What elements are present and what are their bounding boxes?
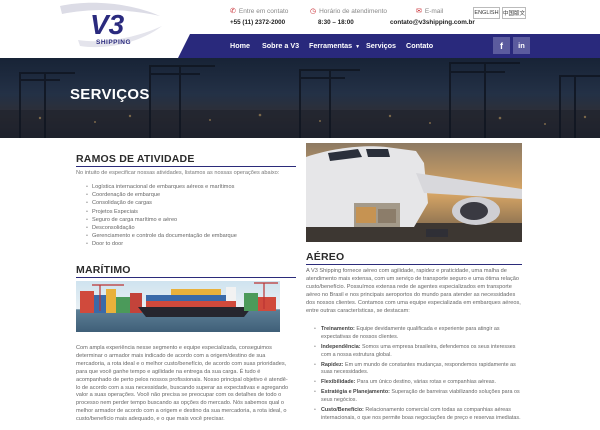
- phone-icon: ✆: [230, 8, 236, 15]
- ramos-divider: [76, 166, 296, 167]
- nav-home[interactable]: Home: [230, 34, 250, 58]
- list-item: Door to door: [86, 240, 296, 248]
- list-item: Independência: Somos uma empresa brasile…: [312, 344, 522, 359]
- maritimo-line: processo nem perder tempo buscando as op…: [76, 400, 285, 407]
- maritimo-heading: MARÍTIMO: [76, 264, 131, 276]
- list-item: Desconsolidação: [86, 224, 296, 232]
- list-item: Logística internacional de embarques aér…: [86, 183, 296, 191]
- nav-contato[interactable]: Contato: [406, 34, 433, 58]
- maritimo-text: Com ampla experiência nesse segmento e e…: [76, 345, 301, 424]
- list-item: Seguro de carga marítimo e aéreo: [86, 216, 296, 224]
- aereo-line: entre outras características, se destaca…: [306, 307, 410, 314]
- list-item: Treinamento: Equipe devidamente qualific…: [312, 326, 522, 341]
- aereo-divider: [306, 264, 522, 265]
- feature-term: Flexibilidade:: [321, 379, 356, 386]
- aereo-features-list: Treinamento: Equipe devidamente qualific…: [312, 326, 522, 425]
- feature-term: Independência:: [321, 343, 361, 350]
- ramos-intro: No intuito de especificar nossas ativida…: [76, 170, 280, 176]
- maritimo-line: Com ampla experiência nesse segmento e e…: [76, 345, 272, 351]
- contact-email-value[interactable]: contato@v3shipping.com.br: [390, 19, 475, 26]
- feature-term: Rapidez:: [321, 361, 344, 368]
- aereo-line: dos nossos clientes. Contamos com uma eq…: [306, 299, 521, 306]
- maritimo-line: lo de acordo com a sua necessidade, busc…: [76, 384, 289, 391]
- maritimo-divider: [76, 277, 296, 278]
- nav-ferramentas[interactable]: Ferramentas ▼: [309, 34, 360, 58]
- aereo-line: atendimento mais extensa, com um serviço…: [306, 275, 519, 282]
- ramos-heading: RAMOS DE ATIVIDADE: [76, 153, 195, 165]
- maritimo-line: acompanhado de perto pelos nossos profis…: [76, 376, 288, 383]
- feature-desc: Para um único destino, várias rotas e co…: [356, 379, 496, 386]
- facebook-icon[interactable]: f: [493, 37, 510, 54]
- feature-desc: Em um mundo de constantes mudanças, resp…: [321, 361, 516, 376]
- list-item: Projetos Especiais: [86, 208, 296, 216]
- container-ship-image: [76, 281, 280, 332]
- main-nav: Home Sobre a V3 Ferramentas ▼ Serviços Co…: [0, 34, 600, 58]
- contact-hours-label: Horário de atendimento: [319, 7, 388, 15]
- aereo-text: A V3 Shipping fornece aéreo com agilidad…: [306, 268, 524, 315]
- nav-ferramentas-label: Ferramentas: [309, 41, 353, 50]
- feature-term: Treinamento:: [321, 326, 355, 332]
- list-item: Flexibilidade: Para um único destino, vá…: [312, 379, 522, 387]
- lang-english-button[interactable]: ENGLISH: [473, 7, 500, 19]
- aereo-line: aéreo no Brasil e nos principais aeropor…: [306, 291, 516, 298]
- page-title: SERVIÇOS: [70, 86, 150, 103]
- aereo-line: A V3 Shipping fornece aéreo com agilidad…: [306, 268, 507, 274]
- aereo-heading: AÉREO: [306, 251, 345, 263]
- maritimo-line: custo/benefício mais adequado, e o que m…: [76, 416, 225, 423]
- services-list: Logística internacional de embarques aér…: [86, 183, 296, 249]
- list-item: Custo/Benefício: Relacionamento comercia…: [312, 407, 522, 422]
- maritimo-line: mercadoria, a rota ideal e o melhor cust…: [76, 360, 287, 367]
- maritimo-line: valor a suas operações. Você não precisa…: [76, 392, 282, 399]
- linkedin-icon[interactable]: in: [513, 37, 530, 54]
- list-item: Rapidez: Em um mundo de constantes mudan…: [312, 362, 522, 377]
- nav-servicos[interactable]: Serviços: [366, 34, 396, 58]
- aereo-line: custo/benefício. Possuímos extensa rede …: [306, 283, 512, 290]
- chevron-down-icon: ▼: [355, 44, 361, 50]
- feature-term: Custo/Benefício:: [321, 407, 364, 414]
- cargo-airplane-image: [306, 143, 522, 242]
- list-item: Consolidação de cargas: [86, 199, 296, 207]
- maritimo-line: determinar o armador mais indicado de ac…: [76, 352, 266, 359]
- mail-icon: ✉: [416, 8, 422, 15]
- contact-email-label: E-mail: [424, 7, 444, 15]
- page-hero: SERVIÇOS: [0, 58, 600, 138]
- contact-hours-value: 8:30 – 18:00: [318, 19, 354, 26]
- lang-chinese-button[interactable]: 中国版文: [502, 7, 526, 19]
- list-item: Estratégia e Planejamento: Superação de …: [312, 389, 522, 404]
- list-item: Coordenação de embarque: [86, 191, 296, 199]
- contact-email: ✉ E-mail contato@v3shipping.com.br: [390, 7, 475, 27]
- contact-phone-label: Entre em contato: [238, 7, 289, 15]
- clock-icon: ◷: [310, 8, 317, 15]
- list-item: Gerenciamento e controle da documentação…: [86, 232, 296, 240]
- nav-background: [178, 34, 600, 58]
- contact-phone-value[interactable]: +55 (11) 2372-2000: [230, 19, 288, 26]
- maritimo-line: para que você ganhe tempo e agilidade na…: [76, 368, 261, 375]
- nav-sobre[interactable]: Sobre a V3: [262, 34, 299, 58]
- contact-hours: ◷ Horário de atendimento 8:30 – 18:00: [310, 7, 388, 27]
- contact-phone: ✆ Entre em contato +55 (11) 2372-2000: [230, 7, 289, 27]
- header-topbar: V3 SHIPPING ✆ Entre em contato +55 (11) 2…: [0, 0, 600, 48]
- maritimo-line: melhor armador de acordo com a origem e …: [76, 408, 287, 415]
- feature-term: Estratégia e Planejamento:: [321, 389, 390, 396]
